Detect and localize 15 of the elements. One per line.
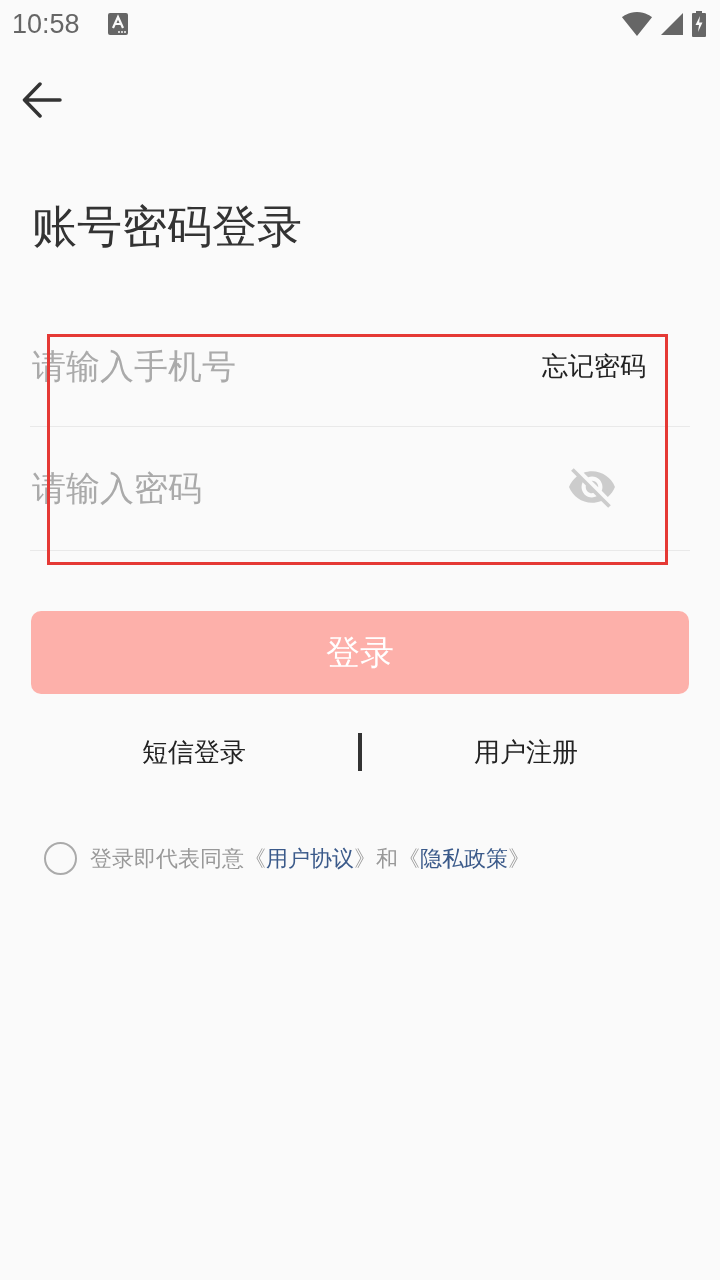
forgot-password-link[interactable]: 忘记密码 — [542, 344, 646, 388]
eye-off-icon[interactable] — [569, 468, 615, 508]
page-title: 账号密码登录 — [32, 199, 302, 255]
agreement-text: 登录即代表同意《用户协议》和《隐私政策》 — [90, 844, 530, 873]
agreement-link[interactable]: 隐私政策 — [420, 845, 508, 871]
status-time: 10:58 — [12, 9, 80, 39]
back-arrow-icon[interactable] — [22, 82, 62, 118]
sms-login-link[interactable]: 短信登录 — [142, 735, 246, 769]
agreement-checkbox[interactable] — [44, 842, 77, 875]
notification-icon — [107, 13, 128, 35]
register-link[interactable]: 用户注册 — [474, 735, 578, 769]
battery-charging-icon — [692, 11, 706, 37]
wifi-icon — [622, 12, 652, 36]
signal-icon — [661, 13, 683, 35]
agreement-link[interactable]: 用户协议 — [266, 845, 354, 871]
